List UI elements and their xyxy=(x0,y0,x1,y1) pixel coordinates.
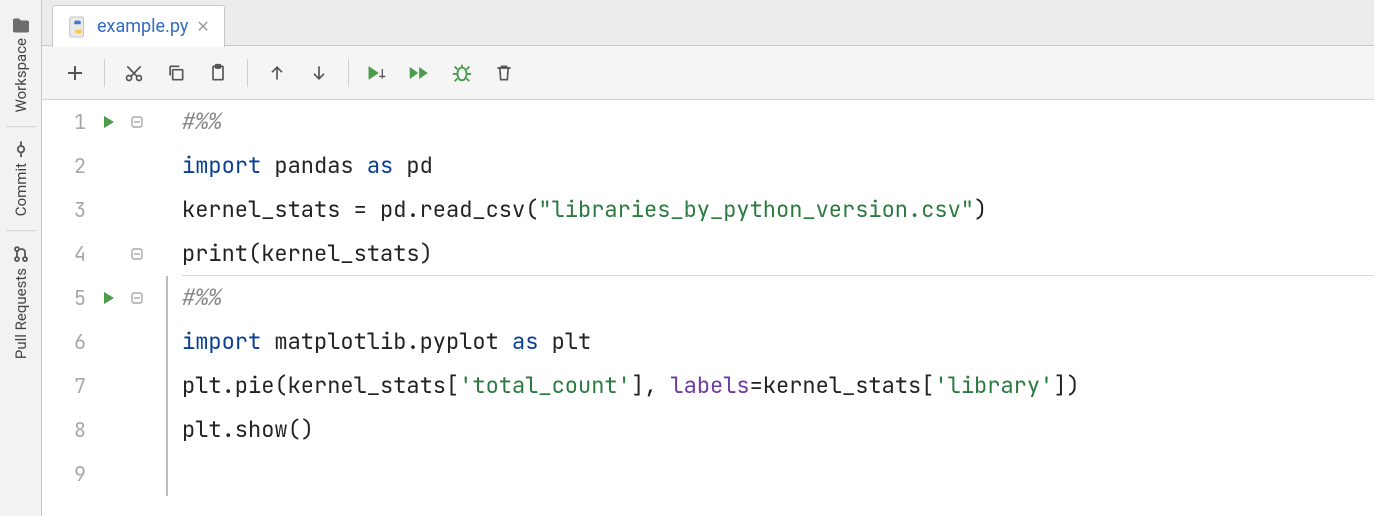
code-line[interactable]: kernel_stats = pd.read_csv("libraries_by… xyxy=(182,188,1374,232)
editor-tab-active[interactable]: example.py ✕ xyxy=(52,5,225,47)
code-editor[interactable]: 123456789 #%%import pandas as pdkernel_s… xyxy=(42,100,1374,516)
gutter-row: 7 xyxy=(42,364,172,408)
toolbar-separator xyxy=(348,59,349,87)
run-cell-button[interactable] xyxy=(359,54,397,92)
rail-commit[interactable]: Commit xyxy=(6,126,36,231)
cell-toolbar xyxy=(42,46,1374,100)
code-line[interactable]: import matplotlib.pyplot as plt xyxy=(182,320,1374,364)
line-number: 6 xyxy=(56,320,86,364)
editor-code-area[interactable]: #%%import pandas as pdkernel_stats = pd.… xyxy=(172,100,1374,516)
toolbar-separator xyxy=(247,59,248,87)
gutter-row: 4 xyxy=(42,232,172,276)
tab-filename: example.py xyxy=(97,16,188,37)
move-up-button[interactable] xyxy=(258,54,296,92)
move-down-button[interactable] xyxy=(300,54,338,92)
line-number: 7 xyxy=(56,364,86,408)
rail-label: Pull Requests xyxy=(12,268,30,359)
fold-toggle-icon xyxy=(130,467,144,481)
code-line[interactable]: #%% xyxy=(182,100,1374,144)
rail-label: Workspace xyxy=(12,38,30,112)
line-number: 2 xyxy=(56,144,86,188)
gutter-row: 1 xyxy=(42,100,172,144)
python-file-icon xyxy=(67,16,89,38)
line-number: 4 xyxy=(56,232,86,276)
line-number: 9 xyxy=(56,452,86,496)
fold-toggle-icon[interactable] xyxy=(130,247,144,261)
gutter-row: 8 xyxy=(42,408,172,452)
debug-cell-button[interactable] xyxy=(443,54,481,92)
fold-toggle-icon xyxy=(130,203,144,217)
code-line[interactable]: import pandas as pd xyxy=(182,144,1374,188)
gutter-row: 9 xyxy=(42,452,172,496)
line-number: 8 xyxy=(56,408,86,452)
toolbar-separator xyxy=(104,59,105,87)
editor-gutter: 123456789 xyxy=(42,100,172,516)
run-all-button[interactable] xyxy=(401,54,439,92)
line-number: 5 xyxy=(56,276,86,320)
fold-toggle-icon[interactable] xyxy=(130,291,144,305)
editor-tab-bar: example.py ✕ xyxy=(42,0,1374,46)
code-line[interactable]: print(kernel_stats) xyxy=(182,232,1374,276)
run-cell-gutter-icon[interactable] xyxy=(102,291,120,305)
delete-cell-button[interactable] xyxy=(485,54,523,92)
line-number: 3 xyxy=(56,188,86,232)
code-line[interactable]: plt.pie(kernel_stats['total_count'], lab… xyxy=(182,364,1374,408)
fold-toggle-icon xyxy=(130,159,144,173)
add-cell-button[interactable] xyxy=(56,54,94,92)
main-area: example.py ✕ xyxy=(42,0,1374,516)
cell-indicator-bar xyxy=(166,276,168,496)
gutter-row: 2 xyxy=(42,144,172,188)
commit-icon xyxy=(13,140,29,158)
fold-toggle-icon[interactable] xyxy=(130,115,144,129)
fold-toggle-icon xyxy=(130,423,144,437)
gutter-row: 6 xyxy=(42,320,172,364)
gutter-row: 5 xyxy=(42,276,172,320)
rail-label: Commit xyxy=(12,163,30,216)
cut-button[interactable] xyxy=(115,54,153,92)
code-line[interactable] xyxy=(182,452,1374,496)
rail-workspace[interactable]: Workspace xyxy=(6,4,36,126)
fold-toggle-icon xyxy=(130,379,144,393)
line-number: 1 xyxy=(56,100,86,144)
gutter-row: 3 xyxy=(42,188,172,232)
code-line[interactable]: #%% xyxy=(182,276,1374,320)
run-cell-gutter-icon[interactable] xyxy=(102,115,120,129)
pull-request-icon xyxy=(13,245,29,263)
copy-button[interactable] xyxy=(157,54,195,92)
rail-pull-requests[interactable]: Pull Requests xyxy=(6,232,36,373)
close-icon[interactable]: ✕ xyxy=(196,17,209,36)
paste-button[interactable] xyxy=(199,54,237,92)
code-line[interactable]: plt.show() xyxy=(182,408,1374,452)
tool-window-rail: Workspace Commit Pull Requests xyxy=(0,0,42,516)
fold-toggle-icon xyxy=(130,335,144,349)
folder-icon xyxy=(14,16,28,34)
